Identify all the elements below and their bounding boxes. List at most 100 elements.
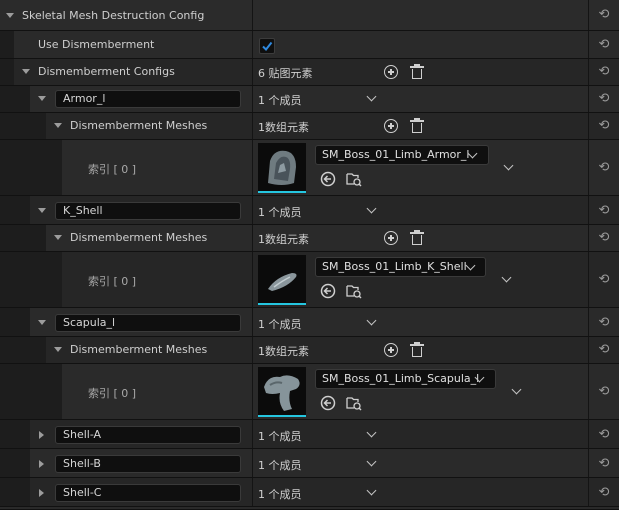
expand-arrow-icon[interactable] [39,431,44,439]
reset-column-divider [588,337,589,363]
reset-arrow-icon[interactable]: ⟲ [596,273,612,287]
mesh-index-row: 索引 [ 0 ] SM_Boss_01_Limb_Scapula_l ⟲ [0,364,619,420]
chevron-down-icon[interactable] [366,91,377,102]
configs-count: 6 贴图元素 [258,67,313,80]
mesh-thumbnail[interactable] [258,367,306,417]
reset-arrow-icon[interactable]: ⟲ [596,231,612,245]
reset-arrow-icon[interactable]: ⟲ [596,385,612,399]
column-divider [252,449,253,477]
entry-collapse-arrow-icon[interactable] [38,96,46,101]
column-divider [252,337,253,363]
reset-column-divider [588,0,589,30]
config-entry-row: Shell-B 1 个成员 ⟲ [0,449,619,478]
indent-gutter [0,337,46,363]
indent-gutter [0,86,30,112]
add-mesh-plus-circle-icon[interactable] [384,119,398,133]
folder-search-icon[interactable] [346,283,362,299]
chevron-down-icon[interactable] [366,427,377,438]
column-divider [252,140,253,195]
column-divider [252,113,253,139]
header-collapse-arrow-icon[interactable] [6,13,14,18]
browse-arrow-icon[interactable] [320,395,336,411]
browse-arrow-icon[interactable] [320,283,336,299]
folder-search-icon[interactable] [346,395,362,411]
mesh-thumbnail[interactable] [258,255,306,305]
reset-column-divider [588,140,589,195]
mesh-thumbnail[interactable] [258,143,306,193]
meshes-collapse-arrow-icon[interactable] [54,123,62,128]
reset-arrow-icon[interactable]: ⟲ [596,486,612,500]
reset-arrow-icon[interactable]: ⟲ [596,38,612,52]
indent-gutter [0,31,14,58]
reset-arrow-icon[interactable]: ⟲ [596,343,612,357]
mesh-asset-name: SM_Boss_01_Limb_K_Shell [322,260,467,273]
entry-name-field[interactable]: Shell-B [55,455,241,473]
reset-column-divider [588,225,589,251]
chevron-down-icon[interactable] [366,203,377,214]
reset-arrow-icon[interactable]: ⟲ [596,8,612,22]
meshes-collapse-arrow-icon[interactable] [54,347,62,352]
add-element-plus-circle-icon[interactable] [384,65,398,79]
reset-arrow-icon[interactable]: ⟲ [596,161,612,175]
indent-gutter [0,113,46,139]
config-entry-row: Shell-C 1 个成员 ⟲ [0,478,619,507]
expand-chevron-down-icon[interactable] [511,384,522,395]
meshes-count: 1数组元素 [258,121,309,134]
entry-members: 1 个成员 [258,206,302,219]
entry-name-field[interactable]: Shell-A [55,426,241,444]
reset-arrow-icon[interactable]: ⟲ [596,119,612,133]
entry-name-field[interactable]: Shell-C [55,484,241,502]
entry-name-field[interactable]: Armor_l [55,90,241,108]
reset-column-divider [588,252,589,307]
expand-arrow-icon[interactable] [39,460,44,468]
meshes-label: Dismemberment Meshes [70,231,208,244]
folder-search-icon[interactable] [346,171,362,187]
mesh-asset-dropdown[interactable]: SM_Boss_01_Limb_K_Shell [315,257,486,277]
meshes-row: Dismemberment Meshes 1数组元素 ⟲ [0,225,619,252]
reset-arrow-icon[interactable]: ⟲ [596,428,612,442]
use-dismemberment-checkbox[interactable] [259,38,275,54]
entry-members: 1 个成员 [258,488,302,501]
expand-chevron-down-icon[interactable] [503,160,514,171]
delete-all-trash-icon[interactable] [410,64,424,80]
add-mesh-plus-circle-icon[interactable] [384,231,398,245]
configs-collapse-arrow-icon[interactable] [22,69,30,74]
use-dismemberment-row: Use Dismemberment ⟲ [0,31,619,59]
mesh-asset-dropdown[interactable]: SM_Boss_01_Limb_Scapula_l [315,369,496,389]
reset-column-divider [588,478,589,506]
entry-name-field[interactable]: Scapula_l [55,314,241,332]
reset-arrow-icon[interactable]: ⟲ [596,457,612,471]
entry-collapse-arrow-icon[interactable] [38,320,46,325]
reset-arrow-icon[interactable]: ⟲ [596,204,612,218]
indent-gutter [0,252,62,307]
chevron-down-icon[interactable] [366,456,377,467]
config-entry-row: Shell-A 1 个成员 ⟲ [0,420,619,449]
reset-column-divider [588,420,589,448]
delete-mesh-trash-icon[interactable] [410,342,424,358]
entry-members: 1 个成员 [258,318,302,331]
chevron-down-icon[interactable] [366,485,377,496]
add-mesh-plus-circle-icon[interactable] [384,343,398,357]
reset-arrow-icon[interactable]: ⟲ [596,65,612,79]
reset-arrow-icon[interactable]: ⟲ [596,92,612,106]
indent-gutter [0,478,30,506]
entry-name-field[interactable]: K_Shell [55,202,241,220]
expand-chevron-down-icon[interactable] [501,272,512,283]
shell-mesh-preview [268,273,297,291]
mesh-asset-dropdown[interactable]: SM_Boss_01_Limb_Armor_l [315,145,489,165]
reset-arrow-icon[interactable]: ⟲ [596,316,612,330]
browse-arrow-icon[interactable] [320,171,336,187]
delete-mesh-trash-icon[interactable] [410,230,424,246]
chevron-down-icon[interactable] [366,315,377,326]
meshes-count: 1数组元素 [258,345,309,358]
expand-arrow-icon[interactable] [39,489,44,497]
reset-column-divider [588,113,589,139]
mesh-asset-name: SM_Boss_01_Limb_Scapula_l [322,372,480,385]
index-label: 索引 [ 0 ] [88,275,137,288]
column-divider [252,308,253,336]
entry-collapse-arrow-icon[interactable] [38,208,46,213]
index-label: 索引 [ 0 ] [88,387,137,400]
indent-gutter [0,420,30,448]
meshes-collapse-arrow-icon[interactable] [54,235,62,240]
delete-mesh-trash-icon[interactable] [410,118,424,134]
